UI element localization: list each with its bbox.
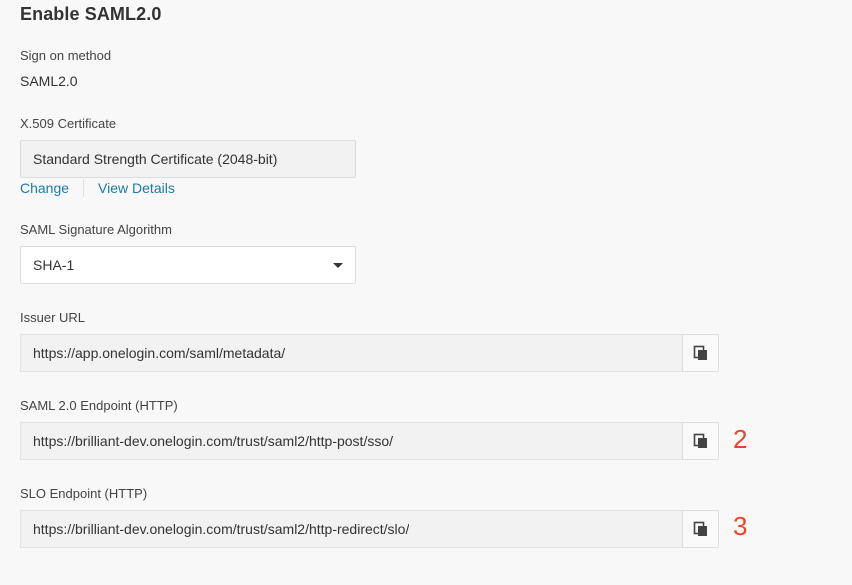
- change-certificate-link[interactable]: Change: [20, 180, 69, 196]
- sign-on-method-label: Sign on method: [20, 48, 112, 63]
- link-divider: [83, 179, 85, 197]
- issuer-url-label: Issuer URL: [20, 310, 86, 325]
- copy-issuer-url-button[interactable]: [682, 334, 719, 372]
- signature-algorithm-value: SHA-1: [33, 257, 75, 273]
- slo-endpoint-field[interactable]: https://brilliant-dev.onelogin.com/trust…: [20, 510, 682, 548]
- annotation-2: 2: [733, 424, 748, 454]
- copy-saml-endpoint-button[interactable]: [682, 422, 719, 460]
- view-details-link[interactable]: View Details: [98, 180, 175, 196]
- signature-algorithm-select[interactable]: SHA-1: [20, 246, 356, 284]
- caret-down-icon: [333, 263, 343, 268]
- issuer-url-field[interactable]: https://app.onelogin.com/saml/metadata/: [20, 334, 682, 372]
- slo-endpoint-value: https://brilliant-dev.onelogin.com/trust…: [33, 521, 410, 537]
- certificate-value: Standard Strength Certificate (2048-bit): [33, 151, 278, 167]
- slo-endpoint-label: SLO Endpoint (HTTP): [20, 486, 148, 501]
- annotation-3: 3: [733, 511, 748, 541]
- certificate-label: X.509 Certificate: [20, 116, 117, 131]
- issuer-url-value: https://app.onelogin.com/saml/metadata/: [33, 345, 286, 361]
- saml-config-panel: Enable SAML2.0 Sign on method SAML2.0 X.…: [0, 0, 852, 585]
- copy-icon: [693, 345, 707, 360]
- saml-endpoint-value: https://brilliant-dev.onelogin.com/trust…: [33, 433, 394, 449]
- copy-icon: [693, 433, 707, 448]
- sign-on-method-value: SAML2.0: [20, 73, 78, 89]
- saml-endpoint-field[interactable]: https://brilliant-dev.onelogin.com/trust…: [20, 422, 682, 460]
- copy-slo-endpoint-button[interactable]: [682, 510, 719, 548]
- certificate-links: Change View Details: [20, 179, 175, 197]
- signature-algorithm-label: SAML Signature Algorithm: [20, 222, 172, 237]
- certificate-field: Standard Strength Certificate (2048-bit): [20, 140, 356, 178]
- saml-endpoint-label: SAML 2.0 Endpoint (HTTP): [20, 398, 178, 413]
- copy-icon: [693, 521, 707, 536]
- section-title: Enable SAML2.0: [20, 4, 162, 24]
